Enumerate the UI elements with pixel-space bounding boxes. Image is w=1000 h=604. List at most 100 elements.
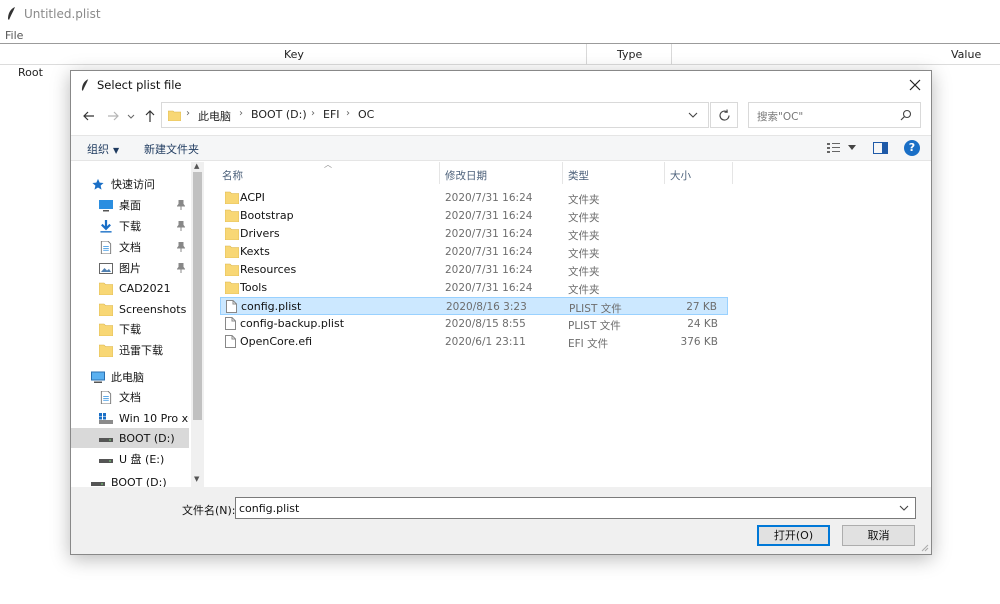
nav-label: 文档 bbox=[119, 391, 141, 404]
file-list-header: ︿ 名称 修改日期 类型 大小 bbox=[211, 160, 931, 186]
file-row[interactable]: config-backup.plist 2020/8/15 8:55 PLIST 文… bbox=[220, 315, 728, 333]
breadcrumb-oc[interactable]: OC bbox=[358, 108, 374, 121]
nav-item-pc-documents[interactable]: 文档 bbox=[71, 387, 189, 407]
back-arrow-icon[interactable] bbox=[81, 108, 97, 124]
folder-icon bbox=[99, 323, 113, 336]
file-name: Drivers bbox=[240, 227, 280, 240]
navigation-scrollbar[interactable]: ▲ ▼ bbox=[191, 162, 204, 487]
close-icon[interactable] bbox=[907, 77, 923, 93]
refresh-button[interactable] bbox=[710, 102, 738, 128]
resize-grip-icon[interactable] bbox=[919, 542, 929, 552]
nav-item-documents[interactable]: 文档 bbox=[71, 237, 189, 257]
file-name: Bootstrap bbox=[240, 209, 294, 222]
nav-item-pictures[interactable]: 图片 bbox=[71, 258, 189, 278]
file-date: 2020/7/31 16:24 bbox=[445, 228, 533, 240]
file-row[interactable]: Resources 2020/7/31 16:24 文件夹 bbox=[220, 261, 728, 279]
breadcrumb-boot-drive[interactable]: BOOT (D:) bbox=[251, 108, 307, 121]
breadcrumb-efi[interactable]: EFI bbox=[323, 108, 340, 121]
pictures-icon bbox=[99, 262, 113, 274]
nav-item-downloads-folder[interactable]: 下载 bbox=[71, 319, 189, 339]
column-name[interactable]: 名称 bbox=[222, 168, 243, 183]
file-row[interactable]: Kexts 2020/7/31 16:24 文件夹 bbox=[220, 243, 728, 261]
search-placeholder: 搜索"OC" bbox=[757, 111, 804, 123]
filename-dropdown-chevron-icon[interactable] bbox=[899, 505, 909, 512]
download-icon bbox=[100, 219, 112, 233]
up-arrow-icon[interactable] bbox=[142, 108, 158, 124]
file-row[interactable]: Tools 2020/7/31 16:24 文件夹 bbox=[220, 279, 728, 297]
column-date[interactable]: 修改日期 bbox=[445, 168, 487, 183]
pin-icon bbox=[177, 200, 185, 210]
search-box[interactable]: 搜索"OC" bbox=[748, 102, 921, 128]
file-icon bbox=[225, 335, 236, 348]
file-row[interactable]: OpenCore.efi 2020/6/1 23:11 EFI 文件 376 KB bbox=[220, 333, 728, 351]
document-icon bbox=[100, 240, 112, 254]
nav-label: 此电脑 bbox=[111, 371, 144, 384]
breadcrumb-this-pc[interactable]: 此电脑 bbox=[198, 108, 231, 124]
view-options-icon[interactable] bbox=[826, 142, 842, 154]
nav-item-this-pc[interactable]: 此电脑 bbox=[71, 367, 189, 387]
folder-icon bbox=[225, 191, 239, 204]
file-row[interactable]: Drivers 2020/7/31 16:24 文件夹 bbox=[220, 225, 728, 243]
nav-label: 快速访问 bbox=[111, 178, 155, 191]
nav-item-quick-access[interactable]: 快速访问 bbox=[71, 174, 189, 194]
nav-item-xunlei-downloads[interactable]: 迅雷下载 bbox=[71, 340, 189, 360]
file-date: 2020/7/31 16:24 bbox=[445, 210, 533, 222]
recent-chevron-down-icon[interactable] bbox=[126, 108, 136, 124]
file-icon bbox=[225, 317, 236, 330]
root-row[interactable]: Root bbox=[18, 66, 43, 79]
address-dropdown-chevron-icon[interactable] bbox=[688, 111, 698, 119]
nav-item-desktop[interactable]: 桌面 bbox=[71, 195, 189, 215]
feather-icon bbox=[81, 78, 89, 91]
view-dropdown-caret-icon[interactable] bbox=[848, 145, 856, 151]
nav-item-win10-drive[interactable]: Win 10 Pro x64 bbox=[71, 408, 189, 428]
nav-item-boot-drive-2[interactable]: BOOT (D:) bbox=[71, 472, 189, 487]
nav-item-usb-drive[interactable]: U 盘 (E:) bbox=[71, 449, 189, 469]
dialog-footer: 文件名(N): config.plist 打开(O) 取消 bbox=[71, 487, 931, 554]
file-row[interactable]: ACPI 2020/7/31 16:24 文件夹 bbox=[220, 189, 728, 207]
file-type: 文件夹 bbox=[568, 212, 600, 224]
scrollbar-thumb[interactable] bbox=[193, 172, 202, 420]
nav-item-boot-drive[interactable]: BOOT (D:) bbox=[71, 428, 189, 448]
nav-label: 迅雷下载 bbox=[119, 344, 163, 357]
column-value[interactable]: Value bbox=[951, 48, 981, 61]
nav-item-downloads[interactable]: 下载 bbox=[71, 216, 189, 236]
feather-icon bbox=[8, 6, 15, 20]
nav-label: CAD2021 bbox=[119, 281, 171, 295]
file-type: 文件夹 bbox=[568, 266, 600, 278]
desktop-icon bbox=[99, 199, 113, 211]
nav-label: 下载 bbox=[119, 323, 141, 336]
file-row[interactable]: Bootstrap 2020/7/31 16:24 文件夹 bbox=[220, 207, 728, 225]
column-key[interactable]: Key bbox=[284, 48, 304, 61]
preview-pane-icon[interactable] bbox=[873, 142, 888, 154]
column-type[interactable]: Type bbox=[617, 48, 642, 61]
new-folder-button[interactable]: 新建文件夹 bbox=[144, 141, 199, 157]
forward-arrow-icon[interactable] bbox=[105, 108, 121, 124]
app-titlebar: Untitled.plist bbox=[0, 0, 1000, 27]
help-icon[interactable]: ? bbox=[904, 140, 920, 156]
nav-label: 桌面 bbox=[119, 199, 141, 212]
pin-icon bbox=[177, 263, 185, 273]
document-icon bbox=[100, 390, 112, 404]
column-size[interactable]: 大小 bbox=[670, 168, 691, 183]
file-name: config-backup.plist bbox=[240, 317, 345, 330]
nav-label: Screenshots bbox=[119, 302, 187, 316]
file-name: Tools bbox=[240, 281, 268, 294]
column-type[interactable]: 类型 bbox=[568, 168, 589, 183]
scroll-up-icon[interactable]: ▲ bbox=[194, 162, 199, 170]
filename-input[interactable]: config.plist bbox=[235, 497, 916, 519]
cancel-button[interactable]: 取消 bbox=[842, 525, 915, 546]
scroll-down-icon[interactable]: ▼ bbox=[194, 475, 199, 483]
refresh-icon bbox=[719, 109, 730, 121]
file-name: Resources bbox=[240, 263, 297, 276]
organize-button[interactable]: 组织 ▼ bbox=[87, 141, 119, 157]
file-type: PLIST 文件 bbox=[569, 303, 622, 315]
file-row[interactable]: config.plist 2020/8/16 3:23 PLIST 文件 27 KB bbox=[220, 297, 728, 315]
menu-file[interactable]: File bbox=[5, 29, 23, 42]
sort-ascending-icon: ︿ bbox=[324, 160, 332, 169]
address-bar[interactable]: › 此电脑 › BOOT (D:) › EFI › OC bbox=[161, 102, 709, 128]
open-button[interactable]: 打开(O) bbox=[757, 525, 830, 546]
nav-item-cad2021[interactable]: CAD2021 bbox=[71, 278, 189, 298]
nav-item-screenshots[interactable]: Screenshots bbox=[71, 299, 189, 319]
file-date: 2020/8/16 3:23 bbox=[446, 301, 527, 313]
computer-icon bbox=[91, 371, 105, 383]
